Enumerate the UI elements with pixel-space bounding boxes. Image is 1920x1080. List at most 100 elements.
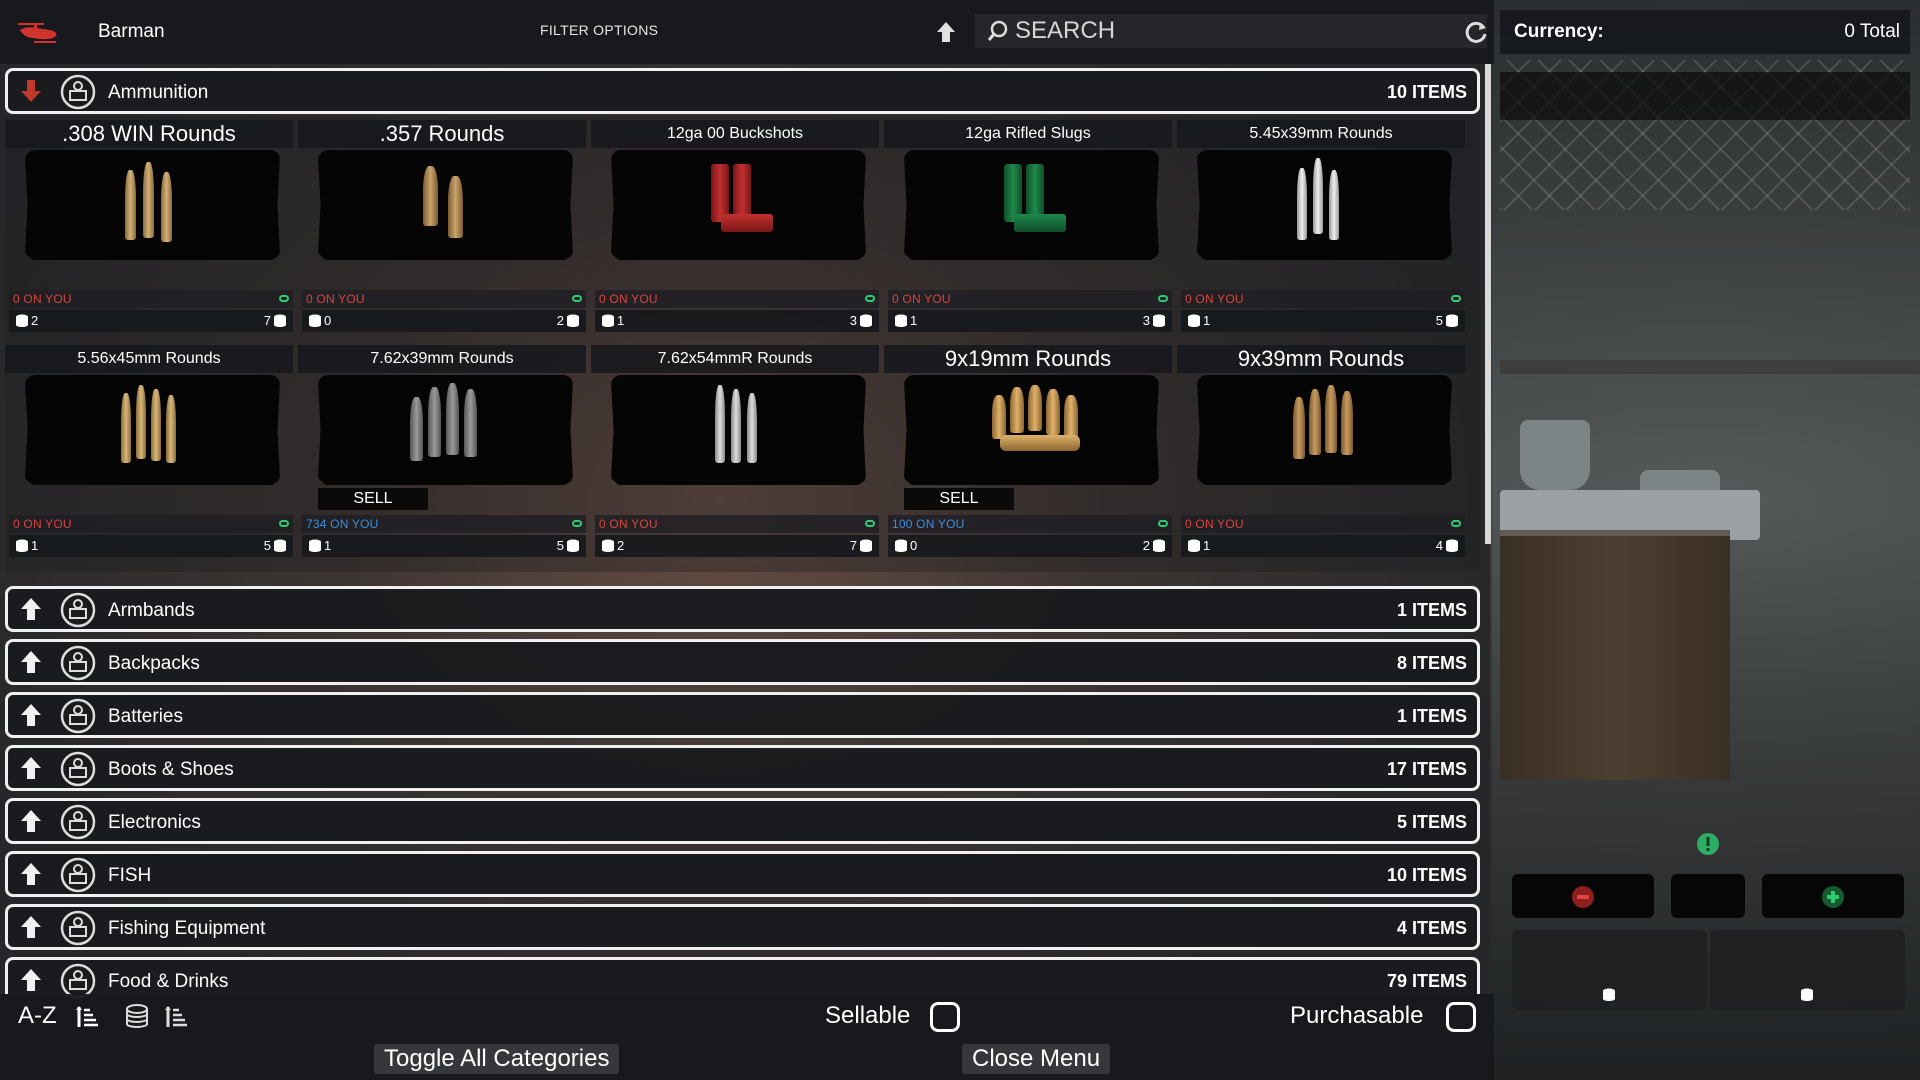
category-count: 8 ITEMS: [1396, 653, 1467, 673]
owned-count: 0 ON YOU: [1185, 517, 1244, 531]
item-card[interactable]: 9x19mm Rounds SELL 100 ON YOU 0 2: [884, 345, 1172, 567]
coin-stack-icon: [860, 314, 872, 327]
coin-stack-icon: [16, 314, 28, 327]
category-header-ammunition[interactable]: Ammunition 10 ITEMS: [5, 68, 1480, 114]
coin-stack-icon: [1188, 539, 1200, 552]
warning-icon: [1697, 833, 1719, 855]
category-name: Batteries: [108, 706, 183, 727]
search-input[interactable]: [1015, 17, 1395, 45]
item-name: 12ga Rifled Slugs: [884, 120, 1172, 148]
buy-price: 3: [1143, 313, 1166, 328]
coin-stack-icon[interactable]: [124, 1004, 150, 1030]
buy-price: 4: [1436, 538, 1459, 553]
item-card[interactable]: 5.45x39mm Rounds 0 ON YOU 1 5: [1177, 120, 1465, 342]
arrow-up-icon[interactable]: [18, 755, 44, 781]
category-header-fishing-equipment[interactable]: Fishing Equipment 4 ITEMS: [5, 904, 1480, 950]
category-count: 4 ITEMS: [1396, 918, 1467, 938]
category-header-armbands[interactable]: Armbands 1 ITEMS: [5, 586, 1480, 632]
category-name: Fishing Equipment: [108, 918, 266, 939]
arrow-up-icon[interactable]: [18, 649, 44, 675]
arrow-up-icon[interactable]: [935, 20, 957, 44]
coin-stack-icon: [567, 539, 579, 552]
sell-price: 1: [894, 313, 917, 328]
filter-options-button[interactable]: FILTER OPTIONS: [540, 22, 658, 38]
trader-category-icon: [60, 751, 96, 787]
arrow-up-icon[interactable]: [18, 967, 44, 993]
arrow-up-icon[interactable]: [18, 702, 44, 728]
coin-stack-icon: [1153, 314, 1165, 327]
background-shelf: [1500, 360, 1920, 374]
item-card[interactable]: .308 WIN Rounds 0 ON YOU 2 7: [5, 120, 293, 342]
link-icon: [1158, 520, 1168, 527]
minus-icon: [1572, 886, 1594, 908]
arrow-up-icon[interactable]: [18, 914, 44, 940]
item-card[interactable]: 9x39mm Rounds 0 ON YOU 1 4: [1177, 345, 1465, 567]
link-icon: [572, 520, 582, 527]
increase-quantity-button[interactable]: [1762, 874, 1904, 918]
item-thumbnail: [611, 150, 866, 260]
arrow-up-icon[interactable]: [18, 596, 44, 622]
buy-price: 2: [1143, 538, 1166, 553]
category-header-boots-shoes[interactable]: Boots & Shoes 17 ITEMS: [5, 745, 1480, 791]
currency-bar: Currency: 0 Total: [1500, 10, 1910, 54]
coin-stack-icon: [1153, 539, 1165, 552]
item-card[interactable]: 5.56x45mm Rounds 0 ON YOU 1 5: [5, 345, 293, 567]
purchasable-checkbox[interactable]: [1446, 1002, 1476, 1032]
background-shelf: [1500, 230, 1920, 244]
sort-az-button[interactable]: A-Z: [18, 1002, 57, 1030]
close-menu-button[interactable]: Close Menu: [962, 1044, 1111, 1074]
trader-category-icon: [60, 592, 96, 628]
coin-stack-icon: [1188, 314, 1200, 327]
owned-count: 0 ON YOU: [13, 292, 72, 306]
sort-order-icon[interactable]: [163, 1004, 189, 1030]
arrow-down-icon[interactable]: [18, 78, 44, 104]
item-thumbnail: [904, 150, 1159, 260]
category-header-electronics[interactable]: Electronics 5 ITEMS: [5, 798, 1480, 844]
quantity-field[interactable]: [1671, 874, 1745, 918]
refresh-icon[interactable]: [1463, 19, 1489, 45]
category-header-batteries[interactable]: Batteries 1 ITEMS: [5, 692, 1480, 738]
coin-stack-icon: [895, 314, 907, 327]
item-card[interactable]: 7.62x39mm Rounds SELL 734 ON YOU 1 5: [298, 345, 586, 567]
coin-stack-icon: [309, 539, 321, 552]
price-row: 2 7: [9, 310, 293, 332]
owned-row: 0 ON YOU: [1181, 290, 1465, 308]
coin-stack-icon: [895, 539, 907, 552]
toggle-all-categories-button[interactable]: Toggle All Categories: [374, 1044, 620, 1074]
item-card[interactable]: 12ga 00 Buckshots 0 ON YOU 1 3: [591, 120, 879, 342]
coin-stack-icon: [1603, 988, 1615, 1001]
arrow-up-icon[interactable]: [18, 861, 44, 887]
sell-price: 0: [308, 313, 331, 328]
trader-category-icon: [60, 804, 96, 840]
owned-row: 0 ON YOU: [1181, 515, 1465, 533]
item-name: 7.62x39mm Rounds: [298, 345, 586, 373]
item-thumbnail: [25, 375, 280, 485]
buy-price: 5: [264, 538, 287, 553]
owned-row: 0 ON YOU: [595, 290, 879, 308]
link-icon: [1158, 295, 1168, 302]
category-header-backpacks[interactable]: Backpacks 8 ITEMS: [5, 639, 1480, 685]
sellable-checkbox[interactable]: [930, 1002, 960, 1032]
sell-price: 2: [15, 313, 38, 328]
category-header-fish[interactable]: FISH 10 ITEMS: [5, 851, 1480, 897]
item-card[interactable]: .357 Rounds 0 ON YOU 0 2: [298, 120, 586, 342]
scrollbar-thumb[interactable]: [1485, 64, 1491, 544]
category-header-food-drinks[interactable]: Food & Drinks 79 ITEMS: [5, 957, 1480, 999]
item-thumbnail: [1197, 375, 1452, 485]
price-row: 1 5: [302, 535, 586, 557]
sell-price: 1: [601, 313, 624, 328]
item-card[interactable]: 12ga Rifled Slugs 0 ON YOU 1 3: [884, 120, 1172, 342]
decrease-quantity-button[interactable]: [1512, 874, 1654, 918]
arrow-up-icon[interactable]: [18, 808, 44, 834]
search-box[interactable]: [975, 14, 1487, 48]
sellable-label: Sellable: [825, 1002, 911, 1029]
owned-count: 100 ON YOU: [892, 517, 965, 531]
purchasable-label: Purchasable: [1290, 1002, 1424, 1029]
sell-tag[interactable]: SELL: [904, 488, 1014, 510]
buy-price: 7: [850, 538, 873, 553]
sort-order-icon[interactable]: [74, 1004, 100, 1030]
plus-icon: [1822, 886, 1844, 908]
item-card[interactable]: 7.62x54mmR Rounds 0 ON YOU 2 7: [591, 345, 879, 567]
sell-tag[interactable]: SELL: [318, 488, 428, 510]
category-name: Armbands: [108, 600, 195, 621]
